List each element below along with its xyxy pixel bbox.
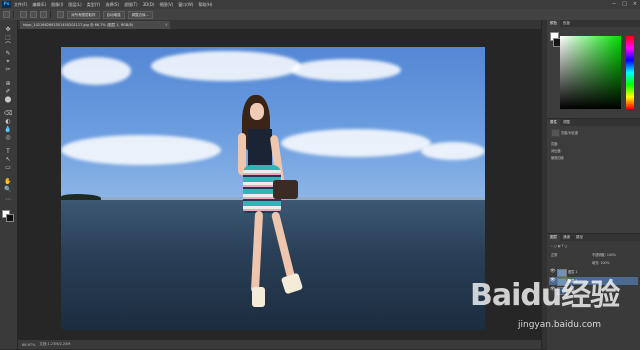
- tab-color[interactable]: 颜色: [547, 20, 560, 27]
- tab-properties[interactable]: 属性: [547, 119, 560, 126]
- blend-mode-select[interactable]: 正常: [551, 252, 557, 257]
- person-shoe: [252, 287, 265, 307]
- marquee-tool-icon[interactable]: ⬚: [4, 34, 12, 41]
- tab-adjustments[interactable]: 调整: [560, 119, 573, 126]
- tools-panel: ✥ ⬚ ⌒ ✎ ⌖ ✂ ⊕ ✐ ⬤ ⌫ ◐ 💧 ◎ T ↖ ▭ ✋ 🔍 ⋯: [0, 20, 18, 349]
- menu-3d[interactable]: 3D(D): [143, 2, 155, 7]
- color-panel-tabs: 颜色 色板: [547, 20, 640, 27]
- brightness-label: 亮度:: [551, 142, 559, 146]
- document-tab-label: hbpc_1421662692501450201117.jpg @ 66.7% …: [23, 23, 134, 27]
- menu-edit[interactable]: 编辑(E): [32, 2, 46, 8]
- status-bar: 66.67% 文档:1.23M/2.25M: [18, 340, 541, 349]
- tab-channels[interactable]: 通道: [560, 234, 573, 241]
- gradient-tool-icon[interactable]: ◐: [4, 118, 12, 125]
- eraser-tool-icon[interactable]: ⌫: [4, 110, 12, 117]
- person-top: [248, 129, 272, 169]
- menu-view[interactable]: 视图(V): [159, 2, 173, 8]
- refine-edge-button[interactable]: 调整边缘...: [127, 10, 153, 19]
- menu-window[interactable]: 窗口(W): [178, 2, 193, 8]
- properties-panel-tabs: 属性 调整: [547, 119, 640, 126]
- layers-panel-tabs: 图层 通道 路径: [547, 234, 640, 241]
- cloud: [151, 51, 301, 81]
- brush-size-icon[interactable]: [57, 11, 64, 18]
- more-tools-icon[interactable]: ⋯: [4, 196, 12, 203]
- type-tool-icon[interactable]: T: [4, 148, 12, 155]
- hand-tool-icon[interactable]: ✋: [4, 178, 12, 185]
- healing-brush-tool-icon[interactable]: ⊕: [4, 80, 12, 87]
- sample-all-layers-checkbox[interactable]: 对所有图层取样: [67, 10, 100, 19]
- fill-field[interactable]: 填充: 100%: [592, 260, 610, 265]
- menu-help[interactable]: 帮助(H): [198, 2, 212, 8]
- clone-stamp-tool-icon[interactable]: ⬤: [4, 96, 12, 103]
- menu-type[interactable]: 类型(Y): [87, 2, 101, 8]
- divider: [13, 11, 14, 18]
- document-tab-bar: hbpc_1421662692501450201117.jpg @ 66.7% …: [18, 20, 541, 29]
- tab-paths[interactable]: 路径: [573, 234, 586, 241]
- document-canvas[interactable]: [61, 47, 485, 330]
- close-button[interactable]: ×: [633, 1, 637, 7]
- person-face: [250, 103, 264, 120]
- use-legacy-checkbox[interactable]: 使用旧版: [551, 155, 564, 160]
- background-color-swatch[interactable]: [6, 214, 14, 222]
- canvas-area: [18, 29, 541, 340]
- menu-bar: Ps 文件(F) 编辑(E) 图像(I) 图层(L) 类型(Y) 选择(S) 滤…: [0, 0, 640, 9]
- cloud: [61, 57, 131, 85]
- lasso-tool-icon[interactable]: ⌒: [4, 42, 12, 49]
- tab-swatches[interactable]: 色板: [560, 20, 573, 27]
- watermark-logo: Baidu经验: [470, 278, 620, 313]
- maximize-button[interactable]: □: [622, 1, 627, 7]
- menu-file[interactable]: 文件(F): [14, 2, 27, 8]
- hue-slider[interactable]: [626, 36, 634, 109]
- document-tab[interactable]: hbpc_1421662692501450201117.jpg @ 66.7% …: [20, 21, 170, 29]
- window-controls: − □ ×: [612, 1, 637, 7]
- tab-layers[interactable]: 图层: [547, 234, 560, 241]
- dodge-tool-icon[interactable]: ◎: [4, 134, 12, 141]
- cloud: [421, 142, 485, 160]
- person-bag: [273, 180, 298, 199]
- subtract-selection-icon[interactable]: [40, 11, 47, 18]
- adjustments-panel: 属性 调整 亮度/对比度 亮度: 对比度: 使用旧版: [547, 118, 640, 239]
- contrast-label: 对比度:: [551, 149, 562, 153]
- quick-selection-tool-icon[interactable]: ✎: [4, 50, 12, 57]
- opacity-field[interactable]: 不透明度: 100%: [592, 252, 616, 257]
- crop-tool-icon[interactable]: ✂: [4, 66, 12, 73]
- layer-filter-row[interactable]: ⌕ ▢ ◐ T ◻: [551, 244, 567, 248]
- zoom-level[interactable]: 66.67%: [22, 343, 35, 347]
- menu-image[interactable]: 图像(I): [51, 2, 63, 8]
- brightness-contrast-icon: [551, 129, 560, 137]
- blur-tool-icon[interactable]: 💧: [4, 126, 12, 133]
- tool-preset-icon[interactable]: [3, 11, 10, 18]
- add-selection-icon[interactable]: [30, 11, 37, 18]
- new-selection-icon[interactable]: [20, 11, 27, 18]
- cloud: [281, 129, 431, 157]
- rectangle-tool-icon[interactable]: ▭: [4, 164, 12, 171]
- close-tab-icon[interactable]: ×: [165, 21, 168, 29]
- adjustment-title: 亮度/对比度: [561, 131, 579, 135]
- menu-filter[interactable]: 滤镜(T): [124, 2, 138, 8]
- brush-tool-icon[interactable]: ✐: [4, 88, 12, 95]
- zoom-tool-icon[interactable]: 🔍: [4, 186, 12, 193]
- watermark: Baidu经验 jingyan.baidu.com: [470, 270, 635, 342]
- minimize-button[interactable]: −: [612, 1, 616, 7]
- document-size: 文档:1.23M/2.25M: [39, 342, 71, 346]
- menu-layer[interactable]: 图层(L): [68, 2, 81, 8]
- cloud: [291, 59, 401, 81]
- watermark-url: jingyan.baidu.com: [518, 320, 602, 330]
- auto-enhance-checkbox[interactable]: 自动增强: [102, 10, 125, 19]
- path-selection-tool-icon[interactable]: ↖: [4, 156, 12, 163]
- menu-select[interactable]: 选择(S): [105, 2, 119, 8]
- photoshop-logo: Ps: [2, 1, 11, 8]
- divider: [50, 11, 51, 18]
- eyedropper-tool-icon[interactable]: ⌖: [4, 58, 12, 65]
- cloud: [61, 135, 221, 165]
- move-tool-icon[interactable]: ✥: [4, 26, 12, 33]
- color-field[interactable]: [560, 36, 621, 109]
